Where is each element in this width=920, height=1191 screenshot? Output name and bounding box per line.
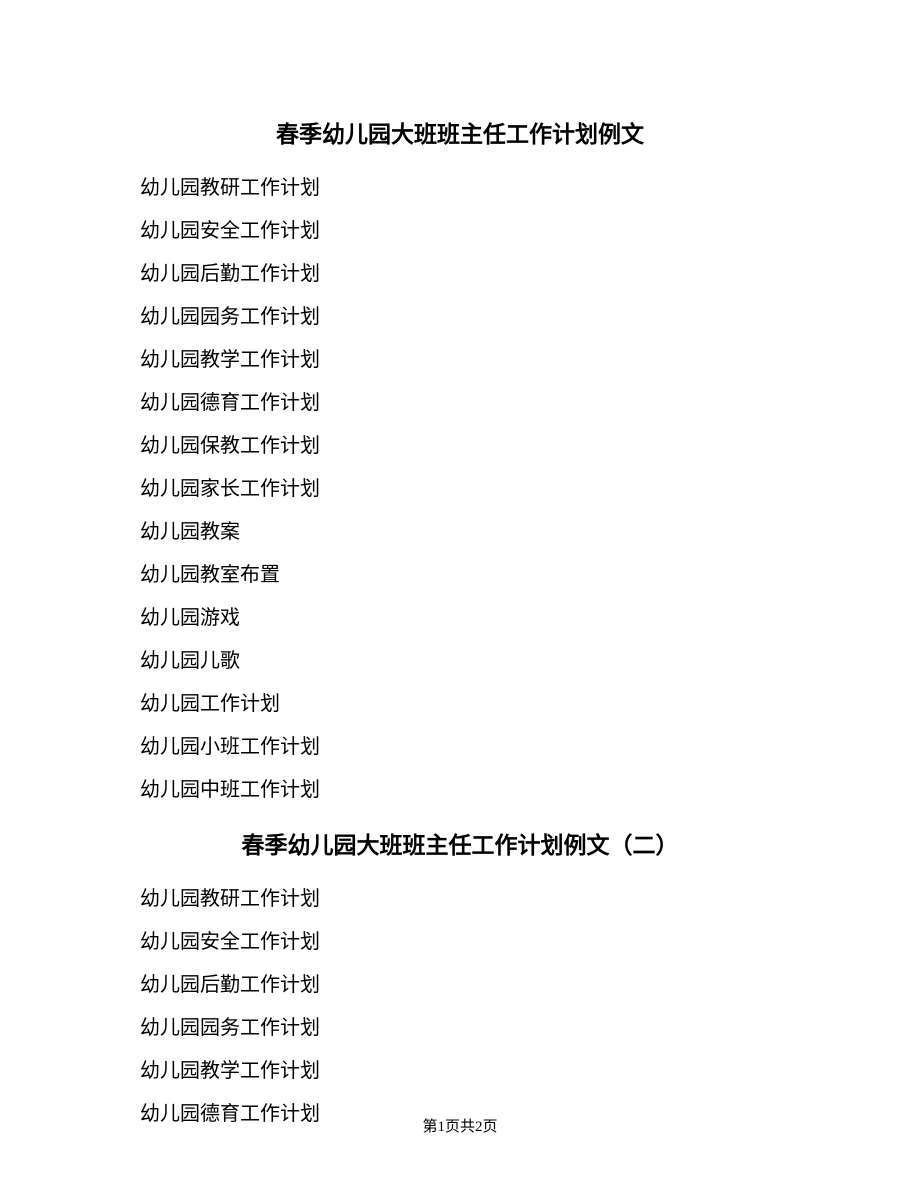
list-item: 幼儿园安全工作计划 (140, 921, 780, 964)
section-1-title: 春季幼儿园大班班主任工作计划例文 (140, 115, 780, 149)
list-item: 幼儿园教研工作计划 (140, 878, 780, 921)
section-1-list: 幼儿园教研工作计划 幼儿园安全工作计划 幼儿园后勤工作计划 幼儿园园务工作计划 … (140, 167, 780, 812)
list-item: 幼儿园德育工作计划 (140, 382, 780, 425)
page-footer: 第1页共2页 (0, 1115, 920, 1136)
list-item: 幼儿园家长工作计划 (140, 468, 780, 511)
list-item: 幼儿园教研工作计划 (140, 167, 780, 210)
list-item: 幼儿园园务工作计划 (140, 296, 780, 339)
list-item: 幼儿园游戏 (140, 597, 780, 640)
list-item: 幼儿园园务工作计划 (140, 1007, 780, 1050)
section-2-title: 春季幼儿园大班班主任工作计划例文（二） (140, 826, 780, 860)
list-item: 幼儿园工作计划 (140, 683, 780, 726)
list-item: 幼儿园教学工作计划 (140, 1050, 780, 1093)
list-item: 幼儿园教室布置 (140, 554, 780, 597)
list-item: 幼儿园小班工作计划 (140, 726, 780, 769)
list-item: 幼儿园安全工作计划 (140, 210, 780, 253)
list-item: 幼儿园后勤工作计划 (140, 964, 780, 1007)
list-item: 幼儿园后勤工作计划 (140, 253, 780, 296)
list-item: 幼儿园教案 (140, 511, 780, 554)
list-item: 幼儿园教学工作计划 (140, 339, 780, 382)
list-item: 幼儿园儿歌 (140, 640, 780, 683)
list-item: 幼儿园保教工作计划 (140, 425, 780, 468)
document-page: 春季幼儿园大班班主任工作计划例文 幼儿园教研工作计划 幼儿园安全工作计划 幼儿园… (0, 0, 920, 1136)
section-2-list: 幼儿园教研工作计划 幼儿园安全工作计划 幼儿园后勤工作计划 幼儿园园务工作计划 … (140, 878, 780, 1136)
list-item: 幼儿园中班工作计划 (140, 769, 780, 812)
